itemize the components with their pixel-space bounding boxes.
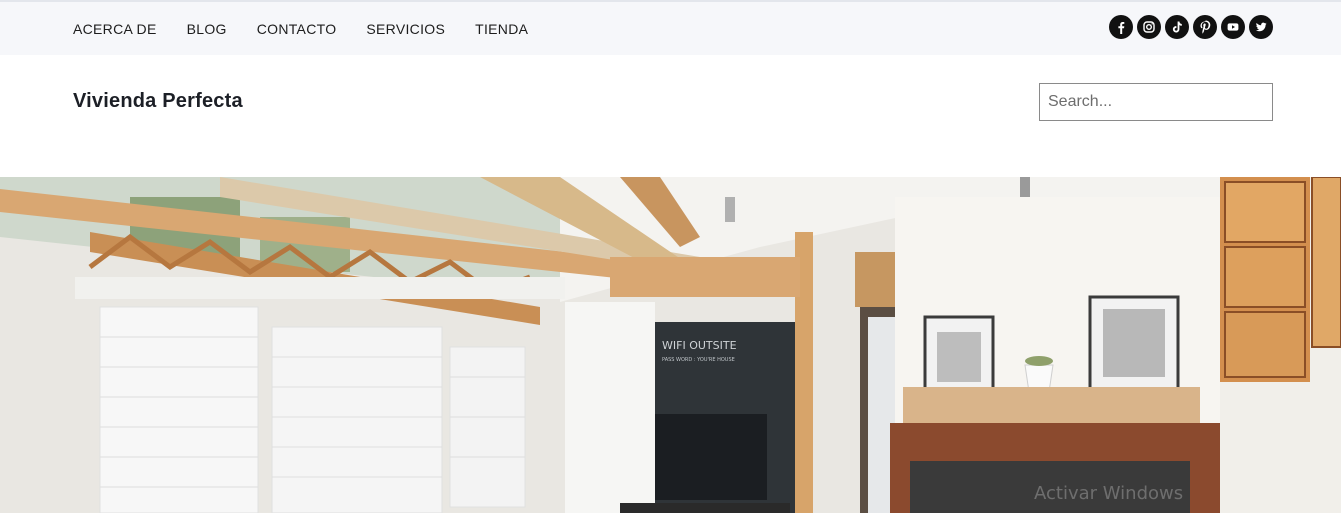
nav-item-servicios[interactable]: SERVICIOS [366, 21, 445, 37]
instagram-icon[interactable] [1137, 15, 1161, 39]
twitter-icon[interactable] [1249, 15, 1273, 39]
site-title[interactable]: Vivienda Perfecta [73, 90, 243, 113]
site-header: Vivienda Perfecta [0, 55, 1341, 177]
facebook-icon[interactable] [1109, 15, 1133, 39]
nav-item-blog[interactable]: BLOG [187, 21, 227, 37]
nav-item-contacto[interactable]: CONTACTO [257, 21, 337, 37]
search-input[interactable] [1039, 83, 1273, 121]
youtube-icon[interactable] [1221, 15, 1245, 39]
pinterest-icon[interactable] [1193, 15, 1217, 39]
top-navigation: ACERCA DE BLOG CONTACTO SERVICIOS TIENDA [73, 2, 558, 55]
chalkboard-title: WIFI OUTSITE [662, 339, 737, 352]
top-bar: ACERCA DE BLOG CONTACTO SERVICIOS TIENDA [0, 0, 1341, 55]
windows-activation-watermark: Activar Windows [1034, 483, 1184, 504]
hero-image: WIFI OUTSITE PASS WORD : YOU'RE HOUSE [0, 177, 1341, 513]
nav-item-acerca-de[interactable]: ACERCA DE [73, 21, 157, 37]
chalkboard-subtitle: PASS WORD : YOU'RE HOUSE [662, 357, 735, 363]
tiktok-icon[interactable] [1165, 15, 1189, 39]
nav-item-tienda[interactable]: TIENDA [475, 21, 528, 37]
social-links [1109, 15, 1273, 39]
